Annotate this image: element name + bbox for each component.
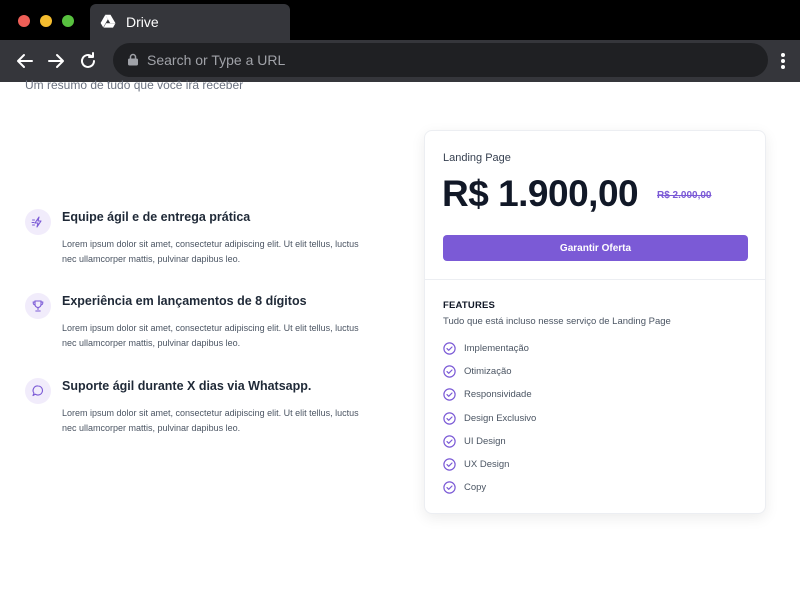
feature-description: Lorem ipsum dolor sit amet, consectetur … — [62, 239, 359, 264]
price: R$ 1.900,00 — [442, 173, 639, 214]
chat-icon — [25, 378, 51, 404]
features-heading: FEATURES — [443, 300, 496, 311]
feature-title: Suporte ágil durante X dias via Whatsapp… — [62, 379, 312, 393]
feature-label: UX Design — [464, 459, 510, 470]
feature-description: Lorem ipsum dolor sit amet, consectetur … — [62, 323, 359, 348]
browser-tab[interactable]: Drive — [90, 4, 290, 40]
feature-label: Responsividade — [464, 389, 532, 401]
check-circle-icon — [443, 365, 456, 378]
browser-tab-bar: Drive — [0, 0, 800, 40]
browser-nav-bar: Search or Type a URL — [0, 40, 800, 82]
old-price: R$ 2.000,00 — [657, 190, 712, 201]
feature-list-item: UI Design — [443, 434, 723, 450]
drive-icon — [100, 14, 116, 28]
lock-icon — [128, 53, 138, 66]
feature-label: Copy — [464, 482, 487, 494]
feature-title: Equipe ágil e de entrega prática — [62, 210, 251, 224]
feature-description: Lorem ipsum dolor sit amet, consectetur … — [62, 408, 359, 433]
more-options-icon[interactable] — [778, 50, 788, 72]
feature-list-item: UX Design — [443, 457, 723, 473]
section-subtitle: Um resumo de tudo que você irá receber — [25, 78, 244, 92]
plan-name: Landing Page — [443, 152, 511, 164]
lightning-icon — [25, 209, 51, 235]
tab-title: Drive — [126, 14, 159, 30]
check-circle-icon — [443, 411, 456, 425]
close-window-button[interactable] — [18, 15, 30, 27]
reload-icon[interactable] — [77, 50, 99, 72]
feature-label: Implementação — [464, 343, 529, 354]
check-circle-icon — [443, 388, 456, 402]
feature-label: UI Design — [464, 435, 506, 447]
feature-title: Experiência em lançamentos de 8 dígitos — [62, 294, 307, 308]
check-circle-icon — [443, 481, 456, 494]
check-circle-icon — [443, 458, 456, 471]
back-arrow-icon[interactable] — [14, 50, 36, 72]
feature-list-item: Responsividade — [443, 387, 723, 403]
trophy-icon — [25, 293, 51, 319]
url-placeholder: Search or Type a URL — [147, 52, 286, 68]
features-subtitle: Tudo que está incluso nesse serviço de L… — [443, 316, 671, 327]
feature-list-item: Design Exclusivo — [443, 411, 723, 427]
minimize-window-button[interactable] — [40, 15, 52, 27]
maximize-window-button[interactable] — [62, 15, 74, 27]
check-circle-icon — [443, 435, 456, 448]
pricing-card: Landing Page R$ 1.900,00 R$ 2.000,00 Gar… — [424, 130, 766, 514]
feature-list-item: Implementação — [443, 341, 723, 357]
address-bar[interactable]: Search or Type a URL — [113, 43, 768, 77]
divider — [425, 279, 765, 280]
feature-list-item: Otimização — [443, 364, 723, 380]
garantir-oferta-button[interactable]: Garantir Oferta — [443, 235, 748, 261]
check-circle-icon — [443, 342, 456, 355]
forward-arrow-icon[interactable] — [45, 50, 67, 72]
feature-label: Design Exclusivo — [464, 412, 537, 424]
feature-label: Otimização — [464, 366, 512, 378]
feature-list-item: Copy — [443, 480, 723, 496]
